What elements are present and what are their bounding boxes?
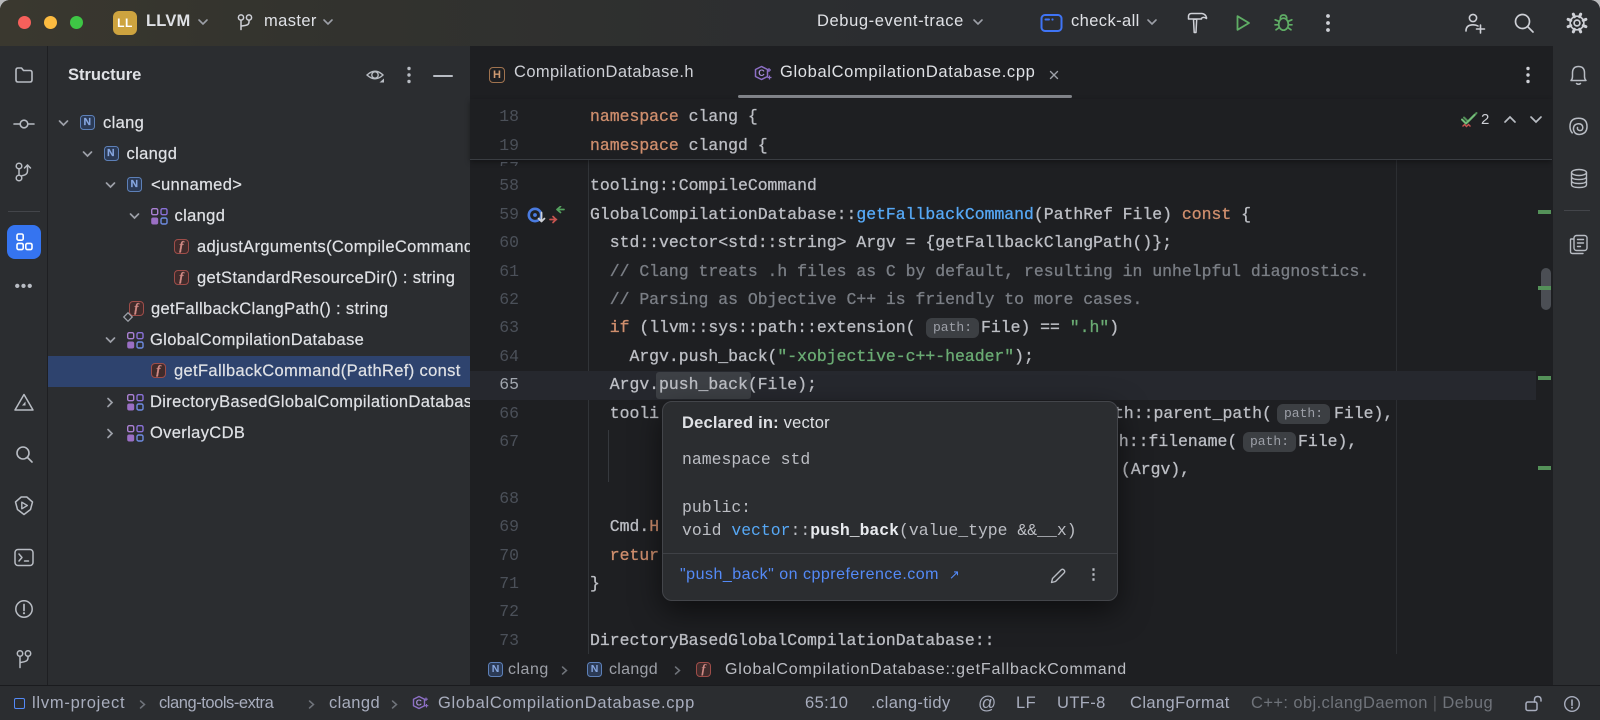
svg-text:C: C xyxy=(758,68,765,78)
svg-text:C: C xyxy=(416,697,423,707)
